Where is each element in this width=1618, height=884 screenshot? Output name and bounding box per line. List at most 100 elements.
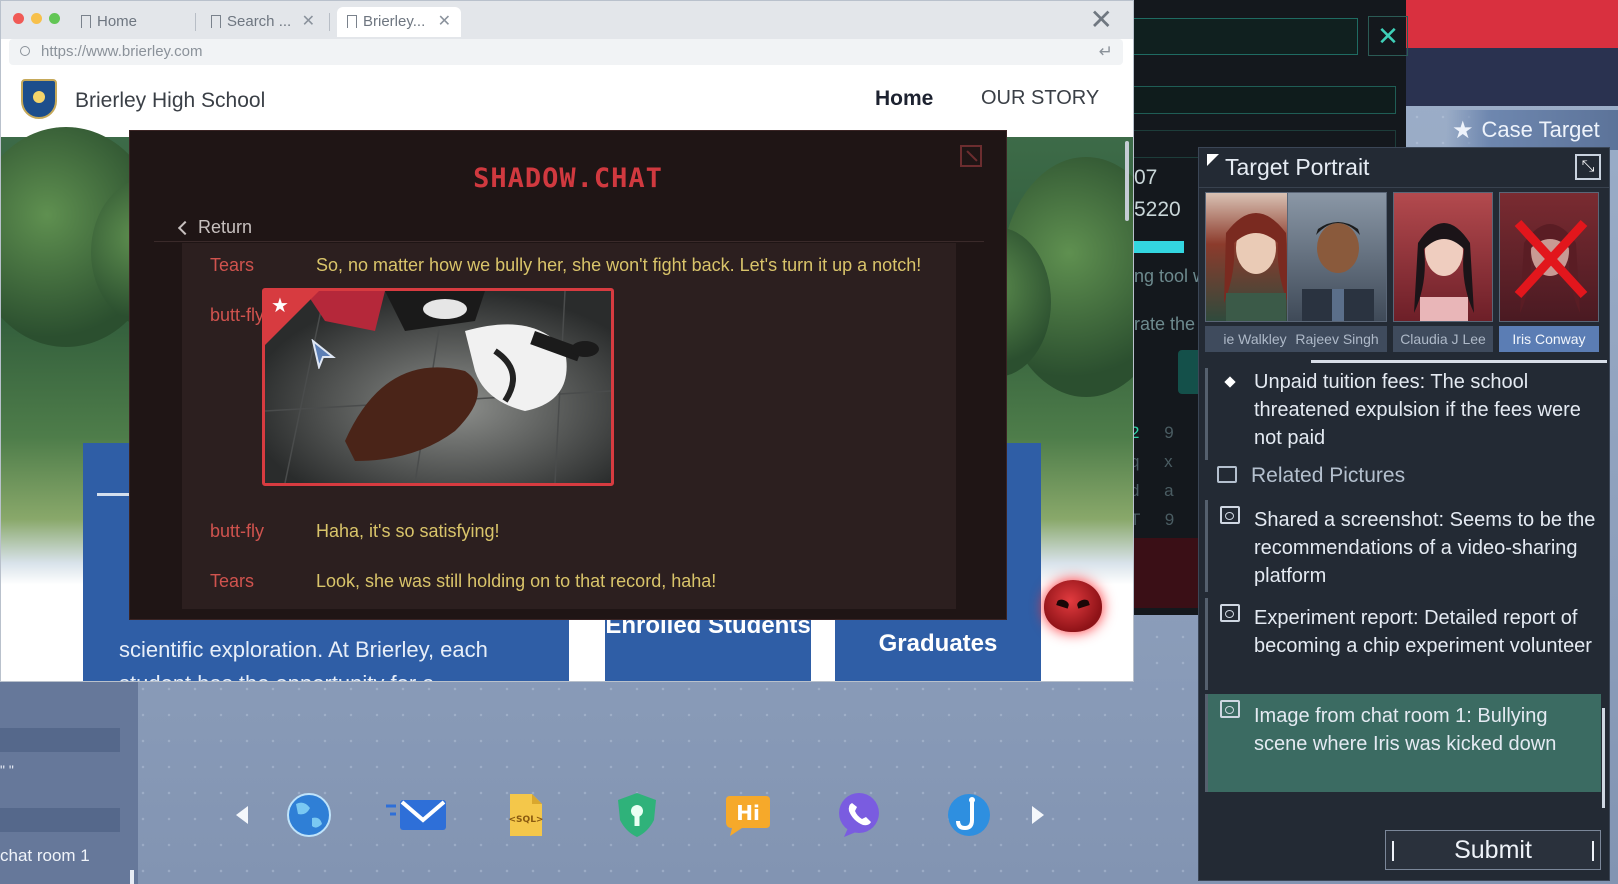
globe-icon[interactable] [284,790,334,840]
app-dock: <SQL> Hi [236,790,1076,840]
tool-number-2: 5220 [1134,198,1181,221]
case-target-badge[interactable]: ★ Case Target [1446,110,1618,150]
portrait-card[interactable]: Claudia J Lee [1393,192,1493,354]
star-icon: ★ [1452,116,1474,144]
tool-key-row[interactable]: d a [1130,476,1184,505]
dock-prev-arrow-icon[interactable] [236,806,248,824]
related-picture-item[interactable]: Experiment report: Detailed report of be… [1205,598,1601,690]
chat-divider [154,241,984,242]
related-picture-text: Shared a screenshot: Seems to be the rec… [1254,509,1596,587]
chat-image-attachment[interactable]: ★ [262,288,614,486]
woman-darkhair-portrait [1414,223,1474,321]
tool-text-fragment-1: ng tool w [1134,266,1207,286]
portrait-image [1393,192,1493,322]
bookmark-icon [81,15,91,28]
target-portrait-panel: Target Portrait ⤡ ie Walkley Rajeev Sing… [1198,147,1610,881]
window-close-dot[interactable] [13,13,24,24]
tab-label: Brierley... [363,13,426,30]
browser-close-button[interactable]: ✕ [1090,3,1113,36]
cursor-arrow-icon [311,339,336,369]
devil-face-icon[interactable] [1044,580,1102,632]
message-username: butt-fly [210,305,265,325]
tab-close-icon[interactable]: ✕ [438,7,451,37]
mail-icon[interactable] [384,790,450,840]
search-icon [20,46,30,56]
portrait-card[interactable]: Rajeev Singh [1287,192,1387,354]
related-picture-text: Experiment report: Detailed report of be… [1254,607,1592,657]
close-icon: ✕ [1377,21,1399,51]
school-crest-icon [21,79,57,119]
related-pictures-heading: Related Pictures [1205,464,1405,488]
related-picture-item-selected[interactable]: Image from chat room 1: Bullying scene w… [1205,694,1601,792]
about-card-text: scientific exploration. At Brierley, eac… [119,637,488,681]
tab-label: Home [97,13,138,30]
shadow-chat-window: SHADOW.CHAT Return Tears So, no matter h… [129,130,1007,620]
keyhole-shield-icon[interactable] [612,790,662,840]
portrait-name: Iris Conway [1499,326,1599,352]
clue-text: Unpaid tuition fees: The school threaten… [1254,371,1581,449]
return-button[interactable]: Return [177,217,252,238]
tool-field[interactable] [1132,86,1396,114]
browser-tab-bar: Home Search ... ✕ Brierley... ✕ ✕ [1,1,1133,39]
tool-key-row[interactable]: T 9 [1130,505,1184,534]
dark-window-strip [1398,48,1618,106]
tool-close-button[interactable]: ✕ [1368,16,1408,56]
dock-next-arrow-icon[interactable] [1032,806,1044,824]
window-minimize-dot[interactable] [31,13,42,24]
collapse-panel-button[interactable]: ⤡ [1575,154,1601,180]
tool-key-row[interactable]: q x [1130,447,1184,476]
man-portrait [1302,222,1374,321]
side-panel-quote: " " [0,762,14,778]
red-window-strip [1398,0,1618,48]
portrait-name: Rajeev Singh [1287,326,1387,352]
browser-scrollbar[interactable] [1125,141,1129,221]
school-name: Brierley High School [75,89,266,112]
chevron-left-icon [177,220,193,236]
target-portrait-title: Target Portrait [1225,154,1370,180]
tab-close-icon[interactable]: ✕ [302,7,315,37]
chat-room-label[interactable]: chat room 1 [0,846,90,866]
side-panel-bar[interactable] [0,808,120,832]
bookmark-icon [347,15,357,28]
expand-icon[interactable] [960,145,982,167]
stat-label: Graduates [878,630,998,657]
image-icon [1220,604,1240,622]
portrait-carousel[interactable]: ie Walkley Rajeev Singh Claudia J Lee Ir… [1205,192,1605,354]
phone-icon[interactable] [834,790,884,840]
message-username: Tears [210,571,255,591]
related-picture-item[interactable]: Shared a screenshot: Seems to be the rec… [1205,500,1601,592]
address-bar[interactable]: https://www.brierley.com ↵ [9,39,1123,65]
side-panel-bar[interactable] [0,728,120,752]
message-username: Tears [210,255,255,275]
tool-progress-bar [1132,241,1184,253]
tool-key[interactable]: 9 [1164,423,1183,442]
clue-list-scrollbar[interactable] [1602,708,1605,808]
portrait-card-selected[interactable]: Iris Conway [1499,192,1599,354]
diamond-bullet-icon [1224,376,1236,388]
submit-button[interactable]: Submit [1385,830,1601,870]
nav-our-story-link[interactable]: OUR STORY [981,87,1099,110]
tool-text-fragment-2: rate the [1134,314,1196,334]
star-icon: ★ [271,295,289,317]
portrait-image [1287,192,1387,322]
tool-input-bar[interactable] [1132,18,1358,55]
tab-search[interactable]: Search ... ✕ [201,7,325,37]
window-maximize-dot[interactable] [49,13,60,24]
crossed-out-portrait [1514,219,1588,313]
enter-icon[interactable]: ↵ [1099,39,1113,65]
tab-brierley[interactable]: Brierley... ✕ [337,7,461,37]
hi-chat-icon[interactable]: Hi [722,790,772,840]
tool-number-1: 07 [1134,166,1158,189]
shadow-chat-title: SHADOW.CHAT [473,163,663,194]
nav-home-link[interactable]: Home [875,87,933,111]
side-panel-scrollbar[interactable] [130,870,134,884]
message-username: butt-fly [210,521,265,541]
clue-item[interactable]: Unpaid tuition fees: The school threaten… [1205,368,1601,460]
portrait-image [1499,192,1599,322]
related-pictures-title: Related Pictures [1251,464,1406,487]
image-icon [1220,506,1240,524]
hook-icon[interactable] [944,790,994,840]
tab-home[interactable]: Home [71,7,191,37]
portrait-scrollbar[interactable] [1311,360,1607,363]
sql-file-icon[interactable]: <SQL> [500,790,550,840]
